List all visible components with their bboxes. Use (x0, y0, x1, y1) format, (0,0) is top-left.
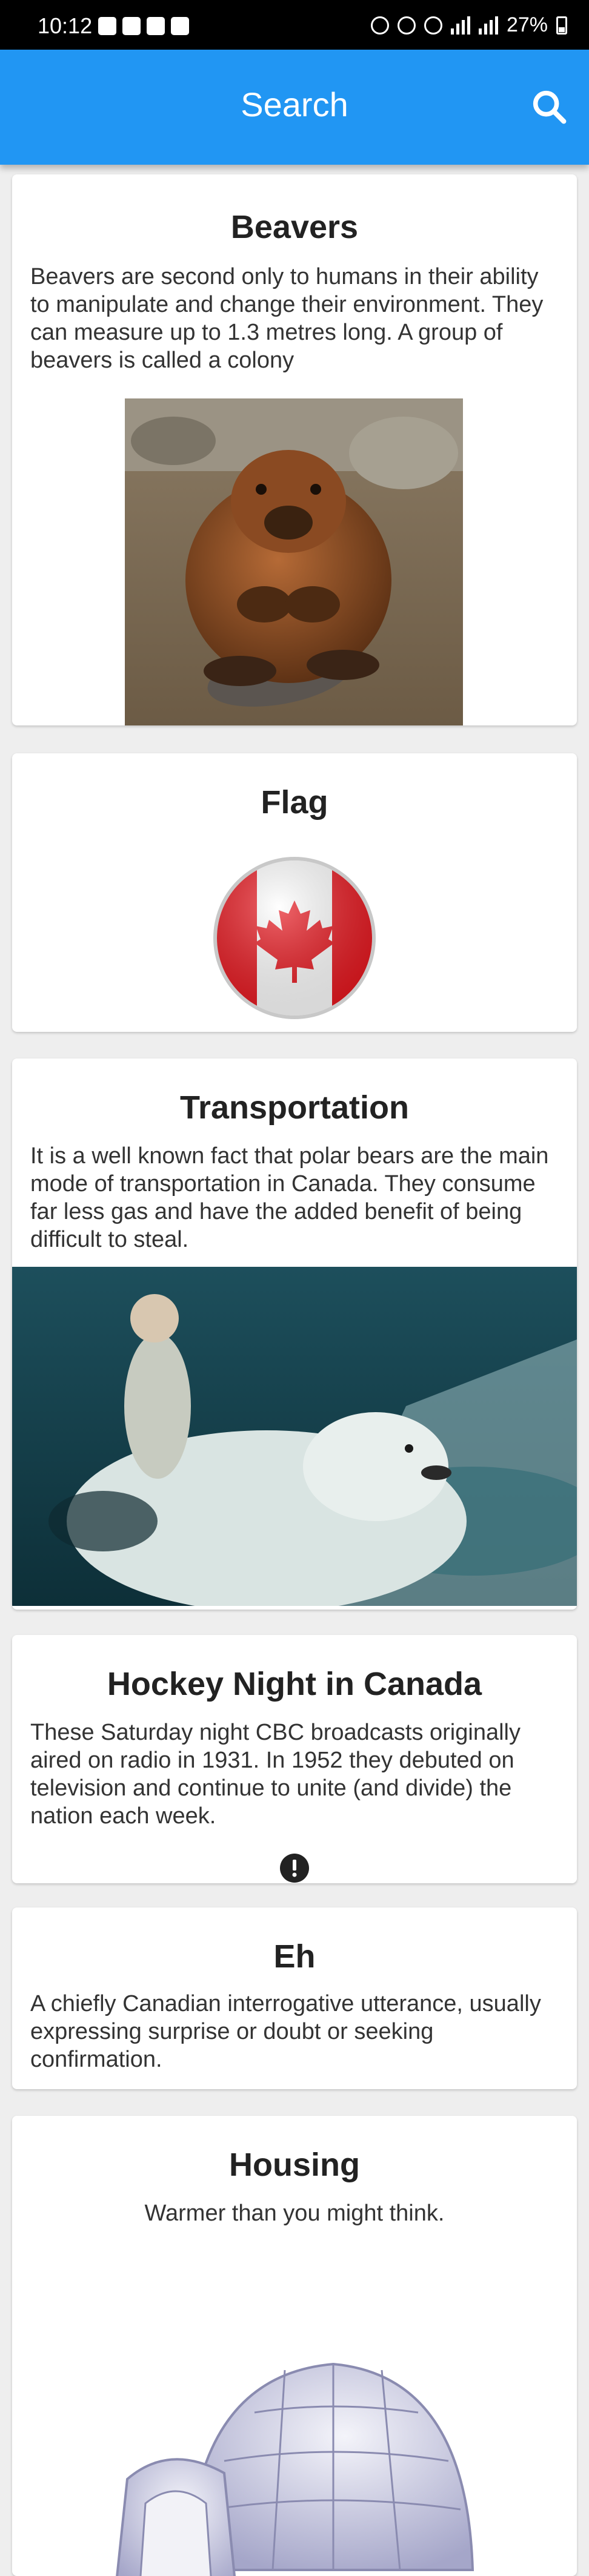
card-flag[interactable]: Flag (12, 753, 577, 1032)
call-icon (424, 16, 442, 35)
card-title: Transportation (179, 1089, 410, 1126)
card-title: Eh (273, 1938, 316, 1975)
search-button[interactable] (528, 86, 571, 128)
alarm-icon (370, 16, 389, 35)
canada-flag-icon (213, 857, 376, 1019)
card-title: Hockey Night in Canada (107, 1666, 482, 1702)
notification-icon (171, 17, 189, 35)
card-housing[interactable]: Housing Warmer than you might think. (12, 2116, 577, 2576)
signal-icon (478, 16, 498, 35)
card-beavers[interactable]: Beavers Beavers are second only to human… (12, 174, 577, 725)
wifi-icon (397, 16, 416, 35)
status-right: 27% (370, 13, 567, 37)
notification-icon (98, 17, 116, 35)
status-time: 10:12 (38, 13, 93, 38)
card-hockey[interactable]: Hockey Night in Canada These Saturday ni… (12, 1635, 577, 1883)
alert-icon (280, 1854, 309, 1883)
card-text: Beavers are second only to humans in the… (30, 264, 544, 373)
card-text: Warmer than you might think. (144, 2201, 445, 2226)
card-text: These Saturday night CBC broadcasts orig… (30, 1720, 521, 1829)
polar-bear-rider-photo (12, 1267, 577, 1606)
battery-icon (556, 16, 567, 35)
battery-percent: 27% (506, 13, 548, 36)
notification-icon (122, 17, 141, 35)
search-icon (533, 90, 567, 124)
app-bar: Search (0, 50, 589, 165)
page-title: Search (241, 85, 348, 124)
card-text: A chiefly Canadian interrogative utteran… (30, 1991, 541, 2072)
card-transportation[interactable]: Transportation It is a well known fact t… (12, 1058, 577, 1610)
card-title: Beavers (230, 209, 359, 245)
card-title: Housing (229, 2147, 360, 2183)
card-title: Flag (261, 784, 328, 821)
igloo-illustration (116, 2362, 474, 2576)
beaver-photo (125, 398, 463, 725)
gallery-icon (147, 17, 165, 35)
card-eh[interactable]: Eh A chiefly Canadian interrogative utte… (12, 1907, 577, 2089)
signal-icon (450, 16, 470, 35)
notification-icons (98, 17, 189, 35)
card-text: It is a well known fact that polar bears… (30, 1143, 549, 1252)
status-bar: 10:12 27% (0, 0, 589, 50)
